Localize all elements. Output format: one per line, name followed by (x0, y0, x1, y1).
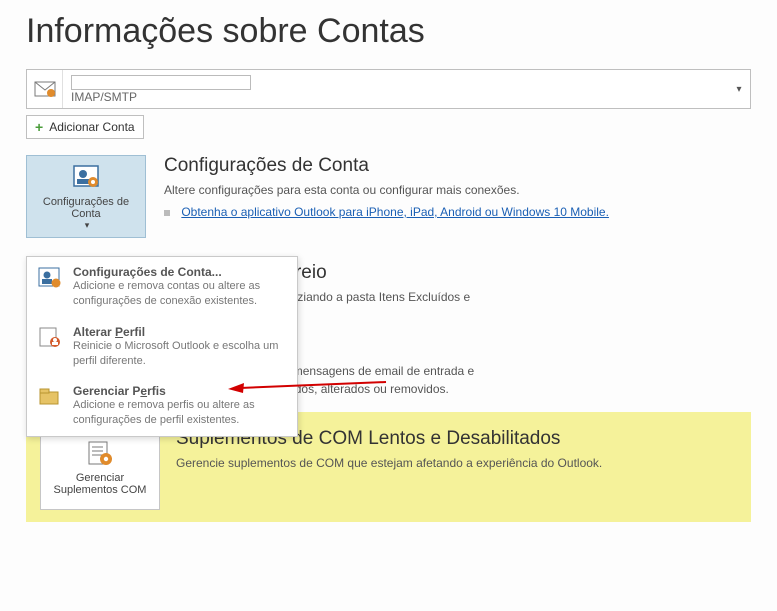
section-desc-addins: Gerencie suplementos de COM que estejam … (176, 454, 737, 472)
account-value-field (71, 75, 251, 90)
outlook-mobile-link[interactable]: Obtenha o aplicativo Outlook para iPhone… (181, 205, 609, 219)
account-protocol: IMAP/SMTP (71, 90, 720, 104)
dd-desc: Reinicie o Microsoft Outlook e escolha u… (73, 339, 287, 369)
account-settings-tile[interactable]: Configurações de Conta▾ (26, 155, 146, 238)
profile-icon (37, 325, 63, 369)
section-desc-config: Altere configurações para esta conta ou … (164, 181, 751, 199)
dd-desc: Adicione e remova contas ou altere as co… (73, 279, 287, 309)
dropdown-item-account-settings[interactable]: Configurações de Conta... Adicione e rem… (27, 257, 297, 317)
page-title: Informações sobre Contas (26, 12, 751, 51)
account-settings-dropdown: Configurações de Conta... Adicione e rem… (26, 256, 298, 437)
dd-desc: Adicione e remova perfis ou altere as co… (73, 398, 287, 428)
section-heading-config: Configurações de Conta (164, 155, 751, 177)
chevron-down-icon[interactable]: ▾ (728, 70, 750, 108)
account-settings-icon (72, 162, 100, 192)
add-account-label: Adicionar Conta (49, 120, 134, 134)
account-selector[interactable]: IMAP/SMTP ▾ (26, 69, 751, 109)
tile-label: Configurações de Conta (31, 196, 141, 220)
dd-title: Alterar Perfil (73, 325, 287, 339)
tile-label: Gerenciar (76, 472, 124, 484)
plus-icon: + (35, 119, 43, 135)
account-icon (27, 70, 63, 108)
dd-title: Configurações de Conta... (73, 265, 287, 279)
tile-label: Suplementos COM (54, 484, 147, 496)
bullet-icon (164, 210, 170, 216)
chevron-down-icon: ▾ (85, 220, 90, 231)
dropdown-item-manage-profiles[interactable]: Gerenciar Perfis Adicione e remova perfi… (27, 376, 297, 436)
folder-icon (37, 384, 63, 428)
account-settings-icon (37, 265, 63, 309)
add-account-button[interactable]: + Adicionar Conta (26, 115, 144, 139)
addins-icon (86, 438, 114, 468)
dd-title: Gerenciar Perfis (73, 384, 287, 398)
dropdown-item-change-profile[interactable]: Alterar Perfil Reinicie o Microsoft Outl… (27, 317, 297, 377)
